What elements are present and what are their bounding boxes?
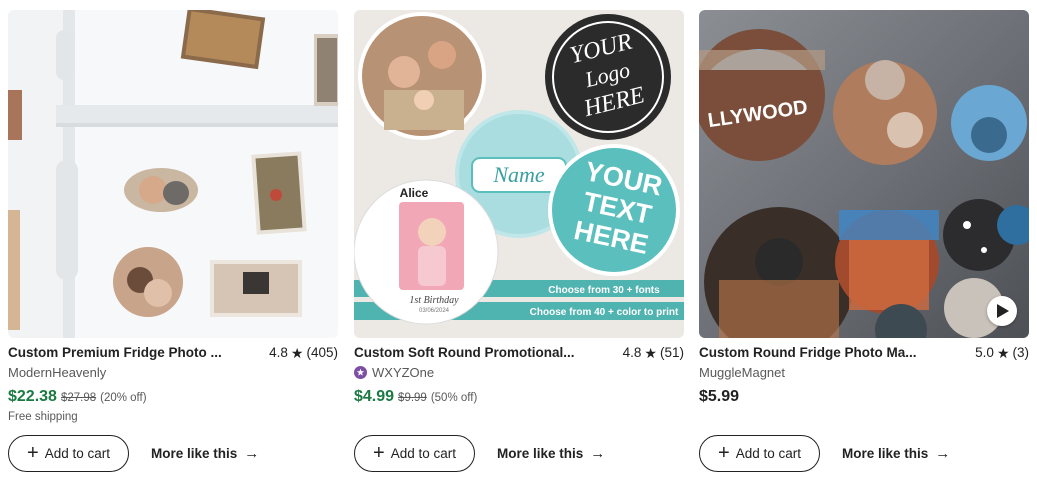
rating: 4.8 ★ (405) (269, 345, 338, 360)
rating-value: 5.0 (975, 345, 994, 360)
shop-name[interactable]: MuggleMagnet (699, 364, 1029, 381)
star-icon: ★ (996, 344, 1010, 361)
arrow-right-icon: → (244, 445, 260, 462)
listing-card[interactable]: LLYWOOD Custom Round Fridge Photo Ma... … (699, 10, 1029, 472)
more-like-this-link[interactable]: More like this → (497, 445, 605, 462)
listing-image[interactable]: YOUR Logo HERE Name YOUR TEXT HERE Choos… (354, 10, 684, 338)
date-text: 03/06/2024 (419, 308, 450, 314)
add-to-cart-label: Add to cart (390, 446, 456, 461)
more-like-this-label: More like this (842, 446, 929, 461)
plus-icon: + (718, 441, 730, 464)
listing-image[interactable] (8, 10, 338, 338)
add-to-cart-label: Add to cart (44, 446, 110, 461)
rating-value: 4.8 (622, 345, 642, 360)
listing-title[interactable]: Custom Soft Round Promotional... (354, 345, 574, 360)
shop-name[interactable]: WXYZOne (354, 364, 684, 381)
more-like-this-link[interactable]: More like this → (151, 445, 259, 462)
shop-name-label: ModernHeavenly (8, 365, 107, 380)
shop-name[interactable]: ModernHeavenly (8, 364, 338, 381)
shop-name-label: MuggleMagnet (699, 365, 785, 380)
arrow-right-icon: → (935, 445, 951, 462)
name-tag-text: Name (492, 162, 545, 187)
add-to-cart-button[interactable]: + Add to cart (699, 435, 820, 472)
listing-image[interactable]: LLYWOOD (699, 10, 1029, 338)
rating: 4.8 ★ (51) (623, 345, 684, 360)
original-price: $27.98 (60, 392, 97, 404)
listing-title[interactable]: Custom Round Fridge Photo Ma... (699, 345, 916, 360)
arrow-right-icon: → (590, 445, 606, 462)
rating: 5.0 ★ (3) (975, 345, 1029, 360)
star-seller-badge-icon (354, 366, 367, 379)
review-count: (3) (1012, 345, 1030, 360)
shipping-label: Free shipping (8, 411, 78, 423)
play-icon (997, 304, 1009, 318)
add-to-cart-label: Add to cart (735, 446, 801, 461)
more-like-this-link[interactable]: More like this → (842, 445, 950, 462)
sale-price: $22.38 (8, 388, 57, 405)
birthday-text: 1st Birthday (409, 295, 459, 306)
star-icon: ★ (290, 344, 304, 361)
listing-title[interactable]: Custom Premium Fridge Photo ... (8, 345, 222, 360)
shop-name-label: WXYZOne (372, 365, 435, 380)
plus-icon: + (373, 441, 385, 464)
more-like-this-label: More like this (497, 446, 584, 461)
banner2-text: Choose from 40 + color to print (530, 307, 679, 318)
rating-value: 4.8 (269, 345, 288, 360)
original-price: $9.99 (398, 392, 427, 404)
banner1-text: Choose from 30 + fonts (548, 285, 660, 296)
add-to-cart-button[interactable]: + Add to cart (8, 435, 129, 472)
price-row: $22.38 $27.98 (20% off) (8, 388, 338, 408)
more-like-this-label: More like this (151, 446, 238, 461)
listing-card[interactable]: YOUR Logo HERE Name YOUR TEXT HERE Choos… (354, 10, 684, 472)
plus-icon: + (27, 441, 39, 464)
sale-price: $4.99 (354, 388, 395, 405)
price-row: $4.99 $9.99 (50% off) (354, 388, 684, 408)
review-count: (405) (306, 345, 338, 360)
review-count: (51) (659, 345, 684, 360)
star-icon: ★ (644, 344, 657, 361)
discount-label: (20% off) (100, 392, 147, 404)
listing-card[interactable]: Custom Premium Fridge Photo ... 4.8 ★ (4… (8, 10, 338, 472)
child-name-text: Alice (400, 186, 429, 200)
add-to-cart-button[interactable]: + Add to cart (354, 435, 475, 472)
discount-label: (50% off) (430, 392, 478, 404)
price: $5.99 (699, 388, 740, 405)
play-video-button[interactable] (987, 296, 1017, 326)
price-row: $5.99 (699, 388, 1029, 408)
